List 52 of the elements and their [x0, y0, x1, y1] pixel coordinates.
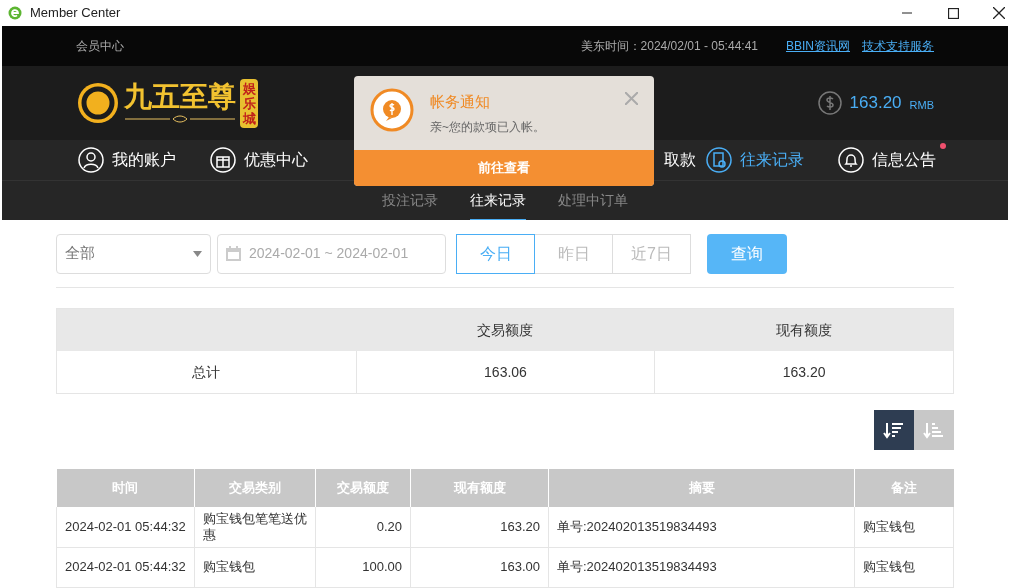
table-cell: 0.20 [315, 507, 411, 547]
bell-icon [838, 147, 864, 173]
table-cell: 163.20 [410, 507, 549, 547]
sort-ascending-icon [923, 420, 945, 440]
table-cell: 购宝钱包 [854, 507, 954, 547]
sort-descending-icon [883, 420, 905, 440]
table-cell: 163.20 [654, 351, 953, 393]
nav-item[interactable]: 我的账户 [78, 147, 176, 173]
gift-icon [210, 147, 236, 173]
browser-logo-icon [8, 6, 22, 20]
column-header: 交易额度 [476, 320, 534, 340]
logo-emblem-icon [76, 81, 120, 125]
close-icon [993, 7, 1005, 19]
table-cell: 购宝钱包 [854, 547, 954, 587]
dropdown-caret-icon [193, 250, 202, 257]
nav-item[interactable]: 取款 [664, 148, 696, 172]
logo-text: 九五至尊 [124, 83, 236, 111]
user-icon [78, 147, 104, 173]
header-link[interactable]: BBIN资讯网 [786, 37, 850, 55]
table-cell: 100.00 [315, 547, 411, 587]
time-label: 美东时间：2024/02/01 - 05:44:41 [580, 38, 758, 55]
table-cell: 购宝钱包 [194, 547, 316, 587]
table-cell: 购宝钱包笔笔送优惠 [194, 507, 316, 547]
maximize-icon [947, 7, 959, 19]
notification-message: 亲~您的款项已入帐。 [430, 118, 545, 136]
table-cell: 163.00 [410, 547, 549, 587]
type-select[interactable]: 全部 [56, 233, 211, 274]
close-icon[interactable] [625, 92, 638, 105]
table-cell: 单号:202402013519834493 [548, 507, 855, 547]
member-center-label: 会员中心 [76, 38, 124, 55]
nav-item[interactable]: 信息公告 [838, 147, 936, 173]
date-range-tab[interactable]: 今日 [456, 233, 535, 274]
nav-item[interactable]: 往来记录 [706, 147, 804, 173]
table-cell: 163.06 [355, 351, 655, 393]
header-link[interactable]: 技术支持服务 [862, 37, 934, 55]
window-title: Member Center [30, 4, 121, 23]
balance-amount: 163.20 [849, 92, 902, 115]
coin-chat-icon [370, 88, 414, 132]
notification-title: 帐务通知 [430, 92, 491, 112]
dollar-icon [817, 91, 842, 115]
column-header: 现有额度 [774, 320, 833, 340]
document-icon [706, 147, 732, 173]
logo-badge: 娱乐城 [240, 78, 258, 128]
table-cell: 2024-02-01 05:44:32 [56, 547, 195, 587]
table-cell-text: 总计 [191, 362, 222, 382]
sort-descending-button[interactable] [874, 410, 914, 450]
logo-ornament-icon [125, 115, 235, 123]
table-cell: 2024-02-01 05:44:32 [56, 507, 195, 547]
calendar-icon [226, 246, 241, 261]
currency-label: RMB [909, 97, 934, 113]
nav-item[interactable]: 优惠中心 [210, 147, 308, 173]
table-cell: 单号:202402013519834493 [548, 547, 855, 587]
